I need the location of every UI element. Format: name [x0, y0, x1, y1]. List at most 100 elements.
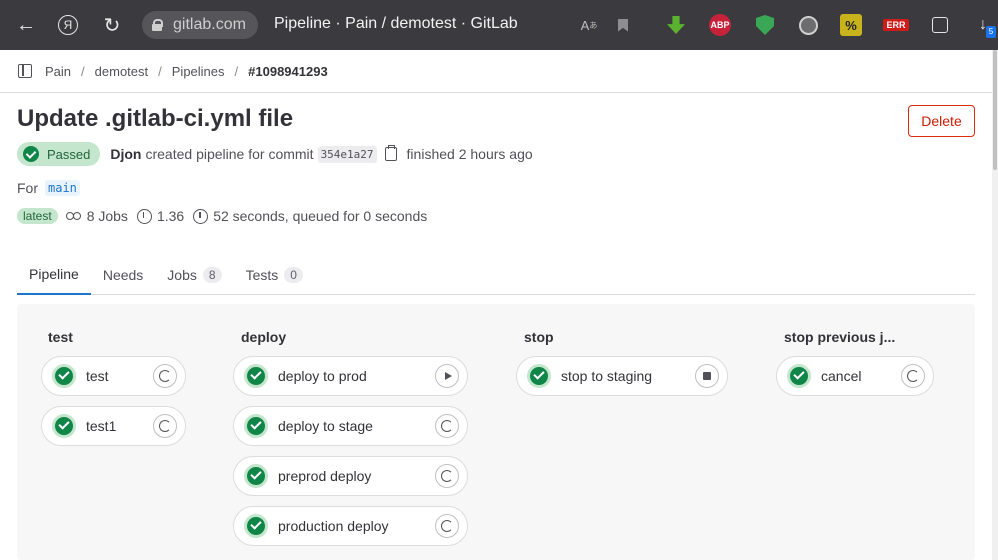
job-success-icon — [244, 414, 268, 438]
tab-count-badge: 0 — [284, 267, 303, 283]
bookmark-icon[interactable] — [612, 14, 634, 36]
pipeline-meta: Passed Djon created pipeline for commit … — [17, 142, 533, 166]
stop-button[interactable] — [695, 364, 719, 388]
shield-ext-icon[interactable] — [754, 14, 776, 36]
info-icon — [136, 208, 152, 224]
retry-button[interactable] — [901, 364, 925, 388]
job-stop-to-staging[interactable]: stop to staging — [516, 356, 728, 396]
retry-button[interactable] — [435, 514, 459, 538]
back-arrow-icon[interactable]: ← — [4, 0, 48, 50]
browser-toolbar: ← Я ↻ gitlab.com Pipeline · Pain / demot… — [0, 0, 998, 50]
for-label: For — [17, 180, 38, 196]
status-badge[interactable]: Passed — [17, 142, 101, 166]
stop-icon — [703, 372, 711, 380]
job-success-icon — [527, 364, 551, 388]
breadcrumb-separator: / — [81, 63, 85, 79]
branch-row: For main — [17, 179, 80, 197]
stage-title: stop — [524, 329, 554, 345]
downloads-count-badge: 5 — [986, 26, 996, 38]
breadcrumb-item-pain[interactable]: Pain — [45, 64, 71, 79]
collections-icon[interactable] — [929, 14, 951, 36]
tab-label: Jobs — [167, 267, 197, 283]
retry-icon — [159, 420, 171, 432]
job-name: deploy to prod — [278, 368, 367, 384]
retry-button[interactable] — [435, 464, 459, 488]
pipeline-stats: latest 8 Jobs 1.36 52 seconds, queued fo… — [17, 207, 436, 225]
job-production-deploy[interactable]: production deploy — [233, 506, 468, 546]
play-icon — [444, 372, 452, 380]
jobs-count-text: 8 Jobs — [86, 208, 128, 224]
globe-icon[interactable] — [797, 14, 819, 36]
retry-icon — [441, 520, 453, 532]
lock-icon — [152, 19, 163, 31]
job-success-icon — [52, 414, 76, 438]
download-arrow-ext-icon[interactable] — [665, 14, 687, 36]
job-success-icon — [244, 364, 268, 388]
status-text: Passed — [47, 146, 91, 162]
percent-ext-icon[interactable]: % — [840, 14, 862, 36]
reload-icon[interactable]: ↻ — [90, 0, 134, 50]
error-ext-icon[interactable]: ERR — [883, 14, 909, 36]
pipeline-title: Update .gitlab-ci.yml file — [17, 105, 294, 132]
job-name: test — [86, 368, 109, 384]
job-name: production deploy — [278, 518, 389, 534]
branch-link[interactable]: main — [45, 180, 80, 196]
timer-icon — [193, 208, 209, 224]
tab-jobs[interactable]: Jobs 8 — [155, 255, 233, 295]
stage-title: stop previous j... — [784, 329, 896, 345]
browser-page-title: Pipeline · Pain / demotest · GitLab — [274, 15, 518, 32]
scrollbar-thumb[interactable] — [993, 50, 997, 170]
score-stat: 1.36 — [136, 208, 185, 224]
play-button[interactable] — [435, 364, 459, 388]
job-preprod-deploy[interactable]: preprod deploy — [233, 456, 468, 496]
job-cancel[interactable]: cancel — [776, 356, 934, 396]
score-text: 1.36 — [156, 208, 185, 224]
retry-icon — [907, 370, 919, 382]
job-name: deploy to stage — [278, 418, 373, 434]
latest-badge: latest — [17, 208, 58, 224]
tab-label: Needs — [102, 267, 144, 283]
retry-button[interactable] — [153, 364, 177, 388]
job-deploy-to-stage[interactable]: deploy to stage — [233, 406, 468, 446]
retry-icon — [159, 370, 171, 382]
commit-sha[interactable]: 354e1a27 — [317, 145, 377, 163]
breadcrumb-separator: / — [234, 63, 239, 79]
sidebar-toggle-icon[interactable] — [18, 64, 32, 78]
breadcrumb-separator: / — [158, 63, 162, 79]
adblock-plus-icon[interactable]: ABP — [709, 14, 731, 36]
jobs-stat: 8 Jobs — [65, 208, 128, 224]
breadcrumb-item-pipelines[interactable]: Pipelines — [172, 64, 225, 79]
stage-title: deploy — [241, 329, 287, 345]
yandex-icon[interactable]: Я — [46, 0, 90, 50]
job-test[interactable]: test — [41, 356, 186, 396]
job-deploy-to-prod[interactable]: deploy to prod — [233, 356, 468, 396]
retry-icon — [441, 470, 453, 482]
address-bar[interactable]: gitlab.com — [142, 11, 258, 39]
tab-label: Pipeline — [29, 266, 79, 282]
breadcrumb-current[interactable]: #1098941293 — [248, 64, 328, 79]
job-name: stop to staging — [561, 368, 653, 384]
tab-tests[interactable]: Tests 0 — [234, 255, 315, 295]
breadcrumb-item-demotest[interactable]: demotest — [95, 64, 148, 79]
pipeline-tabs: Pipeline Needs Jobs 8 Tests 0 — [17, 255, 975, 295]
pipeline-graph: test test test1 deploy deploy to prod de… — [17, 304, 975, 560]
retry-button[interactable] — [153, 414, 177, 438]
copy-icon[interactable] — [384, 145, 397, 161]
job-test1[interactable]: test1 — [41, 406, 186, 446]
translate-icon[interactable]: Aあ — [578, 14, 600, 36]
status-success-icon — [23, 146, 39, 162]
user-link[interactable]: Djon — [110, 146, 141, 162]
pipeline-jobs-icon — [65, 211, 82, 221]
created-text: created pipeline for commit — [145, 146, 314, 162]
duration-text: 52 seconds, queued for 0 seconds — [213, 208, 428, 224]
page-scrollbar[interactable] — [992, 50, 998, 560]
tab-needs[interactable]: Needs — [91, 255, 155, 295]
finished-text: finished 2 hours ago — [406, 146, 533, 162]
delete-button[interactable]: Delete — [908, 105, 975, 137]
breadcrumb: Pain / demotest / Pipelines / #109894129… — [0, 50, 992, 93]
job-success-icon — [244, 514, 268, 538]
job-success-icon — [787, 364, 811, 388]
job-name: preprod deploy — [278, 468, 372, 484]
tab-pipeline[interactable]: Pipeline — [17, 255, 91, 295]
retry-button[interactable] — [435, 414, 459, 438]
